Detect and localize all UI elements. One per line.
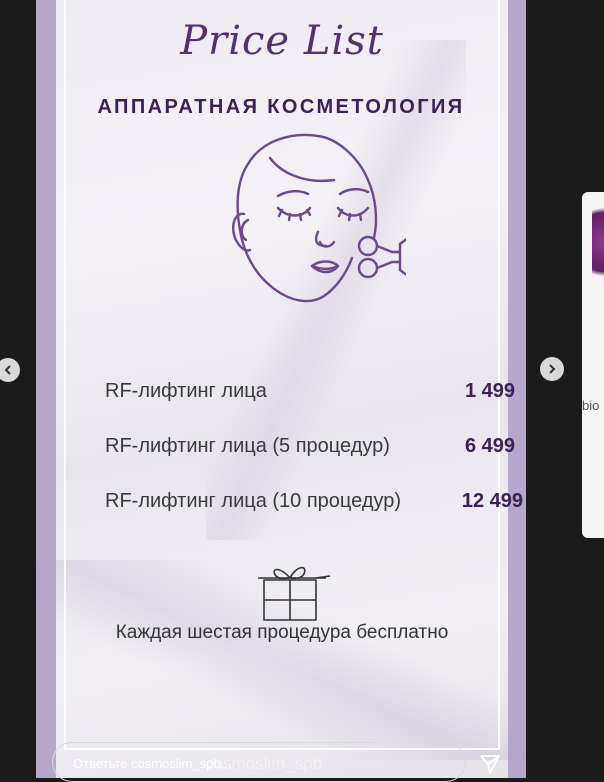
service-price: 1 499 (464, 380, 515, 402)
reply-input[interactable]: Ответьте cosmoslim_spb... (52, 742, 466, 782)
reply-placeholder: Ответьте cosmoslim_spb... (73, 756, 232, 771)
next-story-preview[interactable]: bio (582, 192, 604, 538)
face-rf-device-icon (232, 133, 406, 303)
chevron-right-icon (549, 364, 556, 374)
service-name: RF-лифтинг лица (105, 380, 267, 402)
promo-text: Каждая шестая процедура бесплатно (115, 622, 449, 643)
next-story-button[interactable] (540, 357, 564, 381)
gift-icon (258, 566, 331, 621)
send-icon[interactable] (478, 752, 502, 776)
story-viewer[interactable]: Price List АППАРАТНАЯ КОСМЕТОЛОГИЯ RF-ли… (36, 0, 526, 778)
chevron-left-icon (4, 365, 11, 375)
story-card: Price List АППАРАТНАЯ КОСМЕТОЛОГИЯ RF-ли… (36, 0, 526, 778)
service-name: RF-лифтинг лица (10 процедур) (105, 490, 402, 512)
service-price: 6 499 (464, 435, 515, 457)
preview-image (592, 202, 604, 282)
service-price: 12 499 (461, 490, 523, 512)
previous-story-button[interactable] (0, 358, 20, 382)
service-name: RF-лифтинг лица (5 процедур) (105, 435, 390, 457)
preview-text: bio (582, 398, 600, 413)
price-list-title: Price List (180, 18, 384, 64)
section-subtitle: АППАРАТНАЯ КОСМЕТОЛОГИЯ (97, 96, 465, 118)
